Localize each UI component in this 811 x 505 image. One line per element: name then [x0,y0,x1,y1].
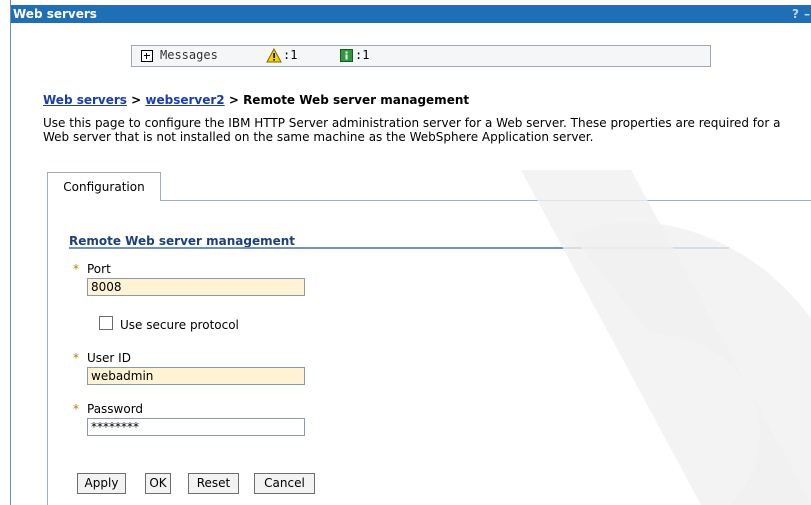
password-field[interactable] [87,418,305,436]
port-label: Port [87,262,111,276]
cancel-button[interactable]: Cancel [254,473,315,494]
breadcrumb-current: Remote Web server management [243,93,470,107]
required-icon: * [73,402,79,416]
breadcrumb-link-web-servers[interactable]: Web servers [43,93,127,107]
page-description: Use this page to configure the IBM HTTP … [43,116,781,144]
minimize-icon[interactable]: – [804,5,810,23]
user-id-field[interactable] [87,367,305,385]
required-icon: * [73,351,79,365]
breadcrumb: Web servers > webserver2 > Remote Web se… [43,93,469,107]
portlet-title: Web servers [13,7,97,21]
breadcrumb-separator: > [131,93,142,107]
messages-label[interactable]: Messages [160,48,218,62]
use-secure-protocol-checkbox[interactable] [99,316,113,330]
reset-button[interactable]: Reset [188,473,239,494]
warning-icon [266,48,282,63]
section-divider [69,247,729,249]
help-icon[interactable]: ? [792,5,799,23]
messages-box: Messages :1 :1 [131,45,711,67]
tab-configuration[interactable]: Configuration [47,172,161,201]
expand-messages-icon[interactable] [141,50,153,62]
port-field[interactable] [87,278,305,296]
section-title: Remote Web server management [69,234,296,248]
info-icon [340,49,353,62]
use-secure-protocol-label: Use secure protocol [120,318,239,332]
required-icon: * [73,262,79,276]
portlet-title-bar: Web servers ? – [11,5,811,23]
password-label: Password [87,402,144,416]
user-id-label: User ID [87,351,131,365]
breadcrumb-separator: > [228,93,239,107]
info-count: :1 [355,48,370,62]
breadcrumb-link-webserver2[interactable]: webserver2 [145,93,224,107]
ok-button[interactable]: OK [145,473,171,494]
warning-count: :1 [283,48,298,62]
apply-button[interactable]: Apply [77,473,126,494]
web-servers-portlet: Web servers ? – Messages :1 :1 Web serve… [10,0,811,505]
tab-joint [48,200,159,202]
